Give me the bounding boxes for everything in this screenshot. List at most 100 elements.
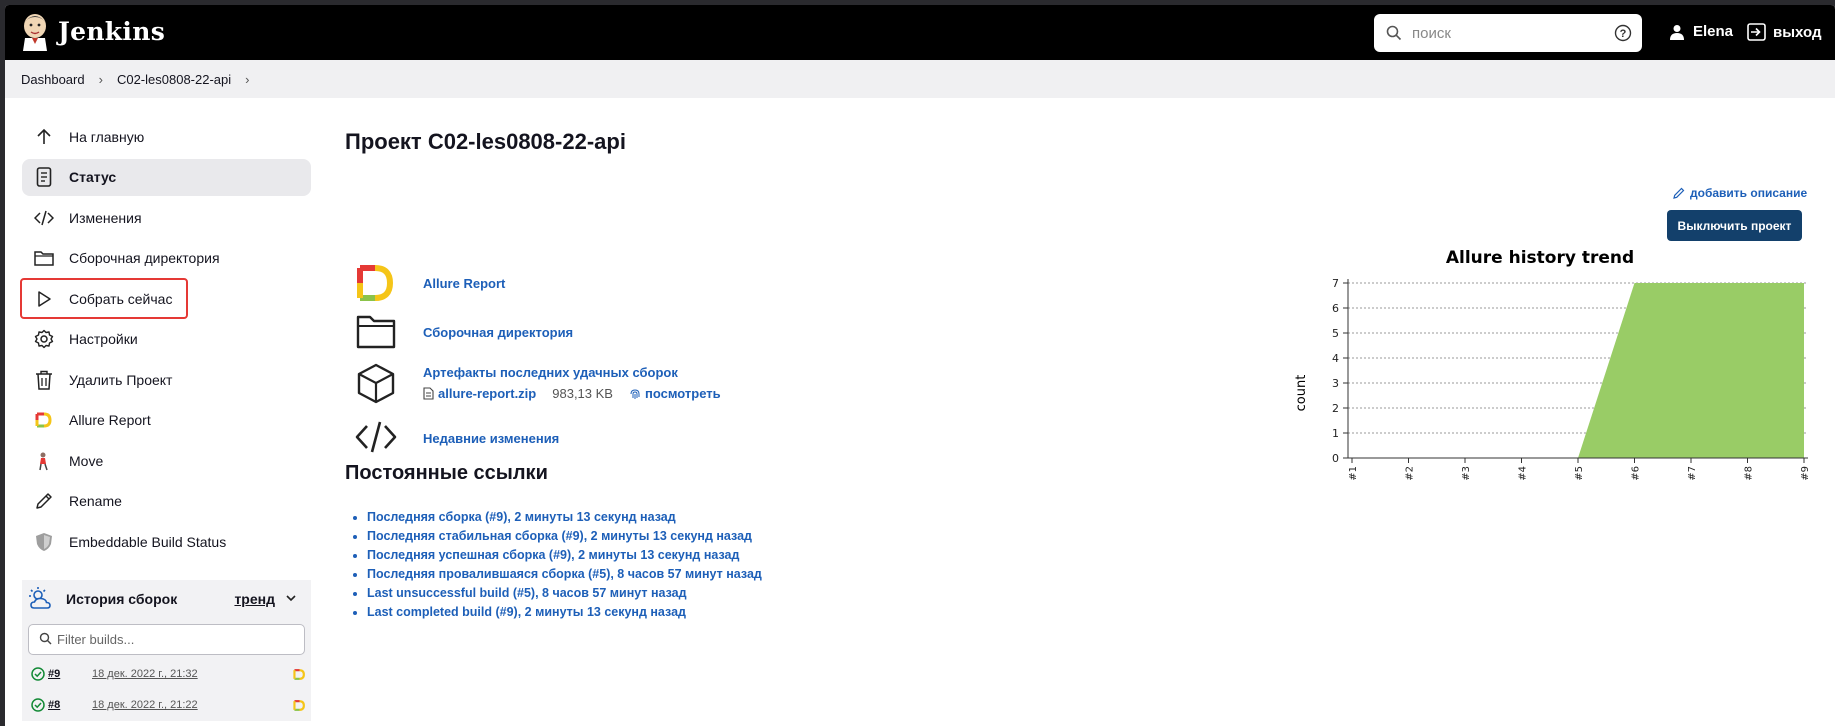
chevron-down-icon[interactable] — [285, 592, 297, 604]
build-row: #9 18 дек. 2022 г., 21:32 — [22, 659, 311, 690]
chart-x-tick-label: #3 — [1461, 466, 1472, 481]
filter-builds-input[interactable] — [57, 632, 287, 647]
file-icon — [423, 387, 434, 400]
allure-report-link[interactable]: Allure Report — [423, 276, 505, 291]
build-row: #8 18 дек. 2022 г., 21:22 — [22, 690, 311, 721]
allure-logo-icon — [357, 265, 393, 301]
allure-icon — [33, 409, 55, 431]
allure-icon[interactable] — [293, 668, 306, 681]
side-panel: На главную Статус Изменения Сборочная ди… — [20, 118, 311, 721]
user-menu[interactable]: Elena — [1669, 23, 1733, 40]
task-label: Move — [69, 452, 104, 469]
folder-icon — [356, 315, 396, 349]
permalink-item: Последняя сборка (#9), 2 минуты 13 секун… — [367, 510, 762, 529]
artifact-view-link[interactable]: посмотреть — [645, 386, 721, 401]
task-configure[interactable]: Настройки — [22, 321, 311, 358]
chart-x-tick-label: #9 — [1800, 466, 1811, 481]
move-icon — [33, 450, 55, 472]
task-status[interactable]: Статус — [22, 158, 311, 196]
success-check-icon — [31, 698, 45, 712]
arrow-up-icon — [33, 126, 55, 148]
allure-icon[interactable] — [293, 699, 306, 712]
task-build-now[interactable]: Собрать сейчас — [20, 278, 188, 319]
workspace-link[interactable]: Сборочная директория — [423, 325, 573, 340]
chart-y-tick-label: 2 — [1332, 402, 1339, 415]
task-home[interactable]: На главную — [22, 118, 311, 155]
user-name: Elena — [1693, 23, 1734, 40]
task-label: Rename — [69, 493, 122, 509]
task-label: Собрать сейчас — [69, 290, 173, 307]
task-label: Удалить Проект — [69, 371, 173, 388]
gear-icon — [33, 328, 55, 350]
disable-project-button[interactable]: Выключить проект — [1667, 210, 1802, 241]
permalinks-title: Постоянные ссылки — [345, 462, 548, 484]
task-label: Статус — [69, 169, 117, 185]
breadcrumb: Dashboard › C02-les0808-22-api › — [5, 60, 1835, 98]
permalink-last-stable[interactable]: Последняя стабильная сборка (#9), 2 мину… — [367, 529, 752, 543]
task-workspace[interactable]: Сборочная директория — [22, 240, 311, 277]
chart-y-tick-label: 4 — [1332, 352, 1339, 365]
chart-y-axis-label: count — [1294, 375, 1309, 412]
task-changes[interactable]: Изменения — [22, 199, 311, 236]
logout-link[interactable]: выход — [1747, 23, 1822, 41]
jenkins-logo[interactable]: Jenkins — [20, 11, 165, 51]
task-delete-project[interactable]: Удалить Проект — [22, 361, 311, 398]
chart-x-tick-label: #2 — [1405, 466, 1416, 481]
permalink-last-build[interactable]: Последняя сборка (#9), 2 минуты 13 секун… — [367, 510, 676, 524]
breadcrumb-separator-icon: › — [98, 71, 103, 87]
permalinks-list: Последняя сборка (#9), 2 минуты 13 секун… — [367, 510, 762, 624]
task-move[interactable]: Move — [22, 442, 311, 479]
recent-changes-link[interactable]: Недавние изменения — [423, 431, 559, 446]
breadcrumb-chevron-icon[interactable]: › — [245, 72, 249, 87]
filter-builds-box[interactable] — [28, 624, 305, 655]
breadcrumb-dashboard[interactable]: Dashboard — [21, 72, 85, 87]
chart-y-tick-label: 1 — [1332, 427, 1339, 440]
help-icon[interactable]: ? — [1614, 24, 1632, 42]
task-label: Изменения — [69, 209, 142, 226]
trend-link[interactable]: тренд — [234, 591, 275, 607]
permalink-item: Последняя успешная сборка (#9), 2 минуты… — [367, 548, 762, 567]
permalink-last-failed[interactable]: Последняя провалившаяся сборка (#5), 8 ч… — [367, 567, 762, 581]
artifacts-link[interactable]: Артефакты последних удачных сборок — [423, 365, 678, 380]
badge-shield-icon — [33, 531, 55, 553]
permalink-last-unsuccessful[interactable]: Last unsuccessful build (#5), 8 часов 57… — [367, 586, 687, 600]
artifacts-row: Артефакты последних удачных сборок allur… — [355, 362, 721, 404]
chart-x-tick-label: #6 — [1631, 466, 1642, 481]
code-icon — [33, 207, 55, 229]
permalink-item: Последняя стабильная сборка (#9), 2 мину… — [367, 529, 762, 548]
chart-x-tick-label: #1 — [1348, 466, 1359, 481]
allure-report-row: Allure Report — [355, 262, 505, 304]
build-history-title: История сборок — [66, 591, 178, 607]
permalink-last-successful[interactable]: Последняя успешная сборка (#9), 2 минуты… — [367, 548, 739, 562]
svg-text:?: ? — [1620, 28, 1627, 40]
artifact-file-link[interactable]: allure-report.zip — [438, 386, 536, 401]
build-date-link[interactable]: 18 дек. 2022 г., 21:22 — [92, 699, 198, 711]
task-label: Настройки — [69, 331, 138, 347]
task-label: На главную — [69, 128, 145, 145]
allure-history-trend-chart[interactable]: Allure history trend count 0 1 2 3 4 5 6 7 #1 #2 #… — [1273, 243, 1813, 518]
add-description-link[interactable]: добавить описание — [1673, 186, 1807, 200]
task-embeddable-build-status[interactable]: Embeddable Build Status — [22, 523, 311, 560]
success-check-icon — [31, 667, 45, 681]
artifact-entry: allure-report.zip 983,13 KB посмотреть — [423, 386, 721, 401]
chart-y-tick-label: 5 — [1332, 327, 1339, 340]
build-number-link[interactable]: #8 — [48, 699, 60, 711]
permalink-last-completed[interactable]: Last completed build (#9), 2 минуты 13 с… — [367, 605, 686, 619]
chart-y-tick-label: 0 — [1332, 452, 1339, 465]
build-number-link[interactable]: #9 — [48, 668, 60, 680]
folder-icon — [33, 247, 55, 269]
add-description-label: добавить описание — [1690, 186, 1808, 200]
logout-label: выход — [1773, 23, 1822, 41]
status-document-icon — [33, 166, 55, 188]
search-input[interactable] — [1412, 24, 1612, 42]
search-icon — [39, 632, 52, 645]
task-rename[interactable]: Rename — [22, 483, 311, 520]
build-history-panel: История сборок тренд #9 18 дек. 2022 г.,… — [22, 580, 311, 721]
task-allure-report[interactable]: Allure Report — [22, 402, 311, 439]
build-date-link[interactable]: 18 дек. 2022 г., 21:32 — [92, 668, 198, 680]
jenkins-window: Jenkins ? Elena — [5, 5, 1835, 726]
search-box[interactable]: ? — [1374, 14, 1642, 52]
task-label: Сборочная директория — [69, 250, 220, 266]
breadcrumb-project[interactable]: C02-les0808-22-api — [117, 72, 231, 87]
permalink-item: Последняя провалившаяся сборка (#5), 8 ч… — [367, 567, 762, 586]
